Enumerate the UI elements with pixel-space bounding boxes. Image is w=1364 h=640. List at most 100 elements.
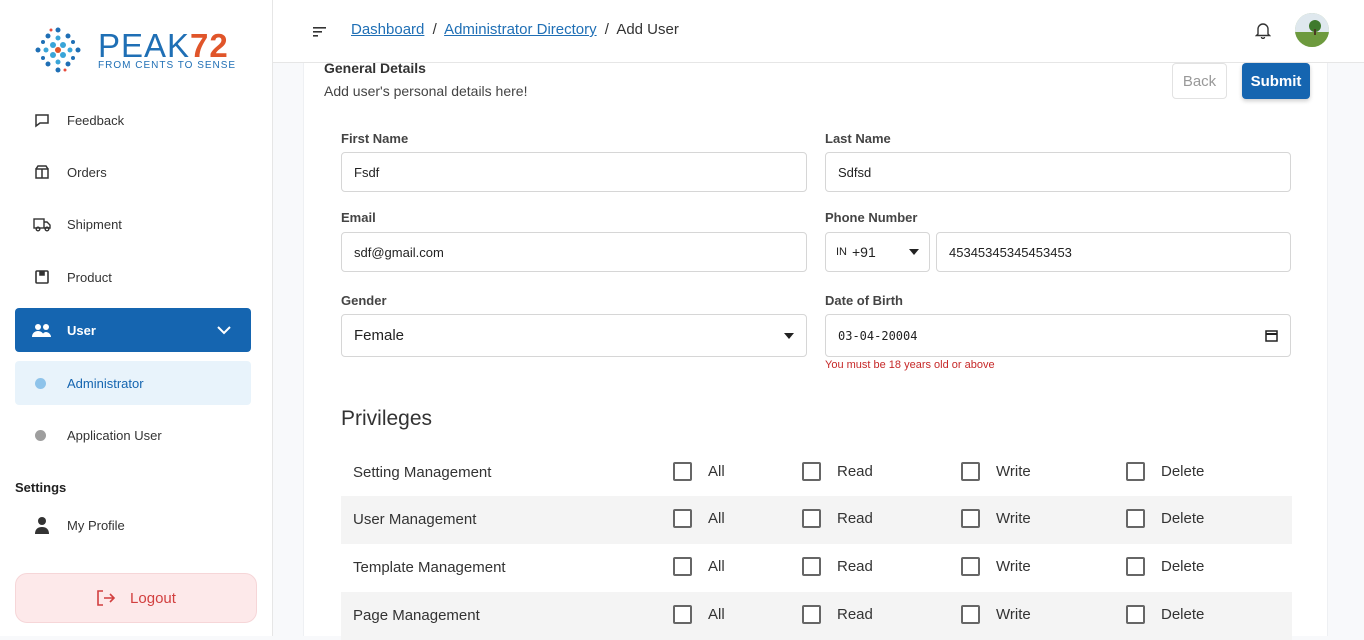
calendar-icon[interactable] [1265,329,1278,342]
checkbox-label: All [708,558,725,575]
privilege-name: Template Management [353,559,506,576]
last-name-input[interactable]: Sdfsd [825,152,1291,192]
section-subtitle: Add user's personal details here! [324,83,528,99]
checkbox-label: Write [996,510,1031,527]
dob-error-message: You must be 18 years old or above [825,359,995,371]
breadcrumb-administrator-directory[interactable]: Administrator Directory [444,21,597,38]
logout-label: Logout [130,589,176,607]
sidebar-item-product[interactable]: Product [15,255,251,299]
sidebar-item-orders[interactable]: Orders [15,150,251,194]
checkbox-box[interactable] [673,462,692,481]
privilege-all-checkbox[interactable]: All [673,509,725,528]
sidebar-item-application-user[interactable]: Application User [15,413,251,457]
checkbox-label: Write [996,463,1031,480]
privilege-row: Page Management All Read Write Delete [341,592,1292,640]
breadcrumb-separator: / [432,21,437,38]
gender-select[interactable]: Female [341,314,807,357]
checkbox-label: Write [996,606,1031,623]
logout-button[interactable]: Logout [15,573,257,623]
privilege-write-checkbox[interactable]: Write [961,509,1031,528]
sidebar-item-administrator[interactable]: Administrator [15,361,251,405]
checkbox-label: Write [996,558,1031,575]
users-icon [31,319,53,341]
privilege-read-checkbox[interactable]: Read [802,557,873,576]
dob-label: Date of Birth [825,293,903,308]
checkbox-label: Delete [1161,463,1205,480]
privilege-write-checkbox[interactable]: Write [961,557,1031,576]
checkbox-label: Read [837,463,873,480]
chat-icon [31,109,53,131]
privilege-delete-checkbox[interactable]: Delete [1126,509,1204,528]
checkbox-box[interactable] [1126,509,1145,528]
checkbox-label: Read [837,510,873,527]
checkbox-label: Delete [1161,606,1205,623]
privilege-all-checkbox[interactable]: All [673,557,725,576]
privilege-read-checkbox[interactable]: Read [802,462,873,481]
sidebar: PEAK72 FROM CENTS TO SENSE Feedback Orde… [0,0,273,636]
sidebar-item-my-profile[interactable]: My Profile [15,503,251,547]
brand-name: PEAK72 [98,26,229,64]
privilege-all-checkbox[interactable]: All [673,462,725,481]
menu-toggle-icon[interactable] [313,23,327,42]
gender-label: Gender [341,293,387,308]
checkbox-box[interactable] [802,462,821,481]
first-name-input[interactable]: Fsdf [341,152,807,192]
last-name-label: Last Name [825,131,891,146]
checkbox-box[interactable] [1126,462,1145,481]
privilege-row: User Management All Read Write Delete [341,496,1292,544]
phone-input[interactable]: 45345345345453453 [936,232,1291,272]
checkbox-label: All [708,510,725,527]
checkbox-label: Delete [1161,558,1205,575]
checkbox-box[interactable] [1126,605,1145,624]
main-content: General Details Add user's personal deta… [303,60,1328,640]
email-label: Email [341,210,376,225]
privilege-name: Page Management [353,607,480,624]
sidebar-item-label: Shipment [67,216,122,232]
privilege-write-checkbox[interactable]: Write [961,462,1031,481]
privilege-read-checkbox[interactable]: Read [802,605,873,624]
sidebar-item-shipment[interactable]: Shipment [15,202,251,246]
privilege-read-checkbox[interactable]: Read [802,509,873,528]
brand-logo[interactable]: PEAK72 FROM CENTS TO SENSE [34,26,236,74]
privileges-title: Privileges [341,407,433,430]
checkbox-box[interactable] [802,605,821,624]
privilege-delete-checkbox[interactable]: Delete [1126,605,1204,624]
sidebar-item-user[interactable]: User [15,308,251,352]
logo-mark-icon [35,27,81,73]
dob-input[interactable]: 03-04-20004 [825,314,1291,357]
gender-value: Female [354,327,405,344]
submit-button[interactable]: Submit [1242,63,1310,99]
avatar[interactable] [1295,13,1329,47]
checkbox-box[interactable] [961,462,980,481]
person-icon [31,514,53,536]
privilege-write-checkbox[interactable]: Write [961,605,1031,624]
checkbox-box[interactable] [802,557,821,576]
checkbox-box[interactable] [673,509,692,528]
bullet-dot [35,429,46,441]
privilege-all-checkbox[interactable]: All [673,605,725,624]
sidebar-item-feedback[interactable]: Feedback [15,98,251,142]
bell-icon[interactable] [1254,21,1272,43]
back-button[interactable]: Back [1172,63,1227,99]
privilege-row: Setting Management All Read Write Delete [341,449,1292,497]
country-code-select[interactable]: IN +91 [825,232,930,272]
checkbox-box[interactable] [961,509,980,528]
privilege-delete-checkbox[interactable]: Delete [1126,557,1204,576]
brand-tagline: FROM CENTS TO SENSE [98,59,237,71]
checkbox-box[interactable] [673,605,692,624]
privilege-delete-checkbox[interactable]: Delete [1126,462,1204,481]
top-bar: Dashboard / Administrator Directory / Ad… [273,0,1364,63]
sidebar-item-label: Administrator [67,375,144,391]
settings-section-title: Settings [15,480,67,495]
box-open-icon [31,161,53,183]
checkbox-box[interactable] [802,509,821,528]
section-title: General Details [324,60,426,76]
privilege-name: User Management [353,511,477,528]
checkbox-box[interactable] [961,605,980,624]
checkbox-box[interactable] [961,557,980,576]
breadcrumb-dashboard[interactable]: Dashboard [351,21,424,38]
email-input[interactable]: sdf@gmail.com [341,232,807,272]
checkbox-label: Delete [1161,510,1205,527]
checkbox-box[interactable] [673,557,692,576]
checkbox-box[interactable] [1126,557,1145,576]
